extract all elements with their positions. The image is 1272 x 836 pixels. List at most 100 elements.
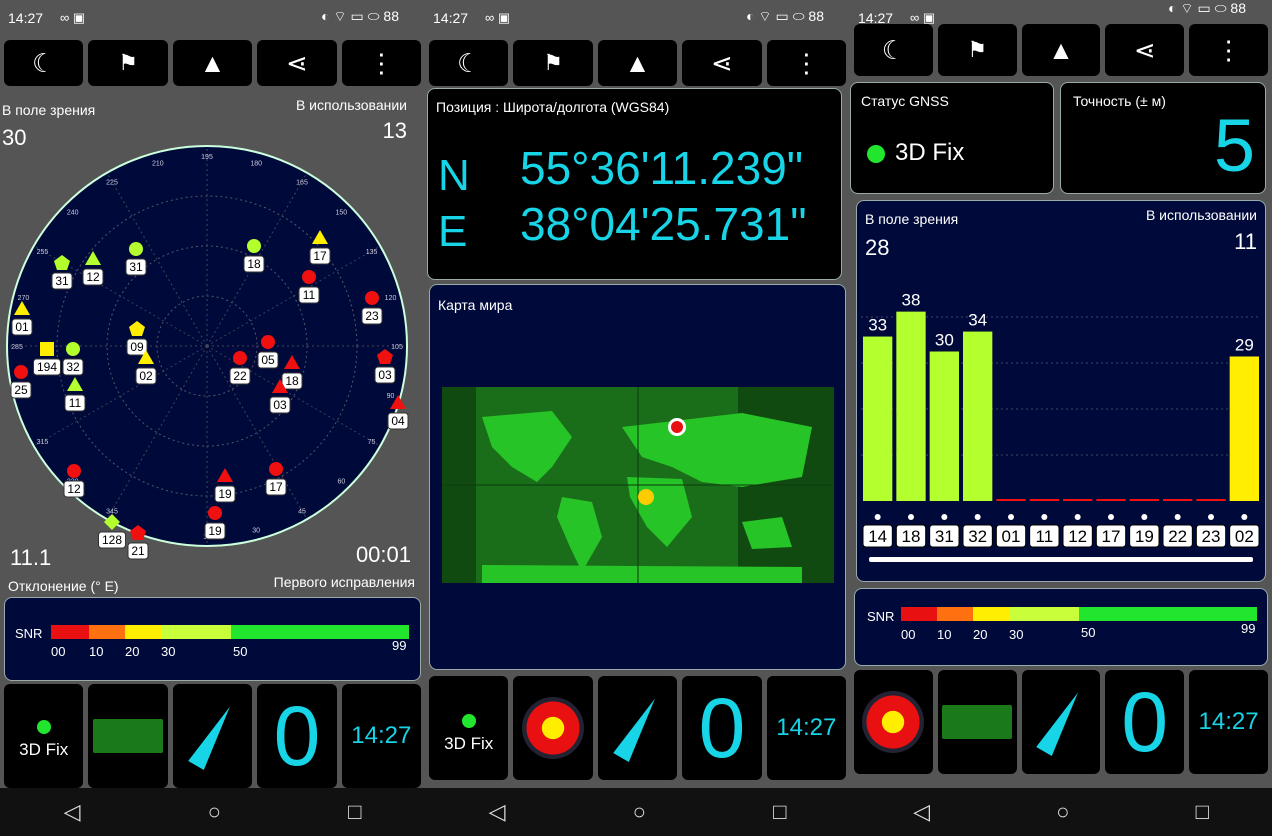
dock-clock-button[interactable]: 14:27 bbox=[341, 684, 422, 788]
compass-needle-icon bbox=[1036, 688, 1086, 756]
dock-fix-button[interactable]: 3D Fix bbox=[429, 676, 509, 780]
dock-compass-button[interactable] bbox=[597, 676, 678, 780]
ttff-label: Первого исправления bbox=[273, 574, 415, 590]
snr-tick-50: 50 bbox=[1081, 625, 1096, 640]
world-map-label: Карта мира bbox=[438, 297, 513, 313]
navigation-arrow-icon: ▲ bbox=[624, 47, 651, 78]
azimuth-tick-label: 210 bbox=[152, 160, 164, 167]
moon-icon: ☾ bbox=[457, 47, 481, 78]
person-flag-icon: ⚑ bbox=[967, 37, 988, 62]
navigation-button[interactable]: ▲ bbox=[597, 40, 678, 86]
recents-icon[interactable]: □ bbox=[348, 799, 361, 825]
back-icon[interactable]: ◁ bbox=[913, 799, 930, 825]
bottom-dock: 0 14:27 bbox=[854, 670, 1268, 774]
satellite-label: 01 bbox=[15, 320, 29, 334]
recents-icon[interactable]: □ bbox=[1196, 799, 1209, 825]
dock-map-button[interactable] bbox=[88, 684, 168, 788]
snr-tick-00: 00 bbox=[901, 627, 916, 642]
gnss-status-label: Статус GNSS bbox=[861, 93, 949, 109]
dock-skyplot-button[interactable] bbox=[513, 676, 593, 780]
azimuth-tick-label: 60 bbox=[337, 478, 345, 485]
dock-speed-button[interactable]: 0 bbox=[682, 676, 762, 780]
navigation-button[interactable]: ▲ bbox=[172, 40, 253, 86]
satellite-id-label: 17 bbox=[1102, 527, 1121, 546]
gnss-status-panel: Статус GNSS 3D Fix bbox=[850, 82, 1054, 194]
snr-bar-02 bbox=[1229, 356, 1259, 501]
more-button[interactable]: ⋮ bbox=[1189, 24, 1268, 76]
dock-clock-button[interactable]: 14:27 bbox=[1189, 670, 1268, 774]
recents-icon[interactable]: □ bbox=[773, 799, 786, 825]
dock-time: 14:27 bbox=[351, 722, 412, 749]
person-flag-button[interactable]: ⚑ bbox=[937, 24, 1017, 76]
snr-tick-20: 20 bbox=[973, 627, 988, 642]
azimuth-tick-label: 315 bbox=[37, 439, 49, 446]
satellite-marker-31 bbox=[129, 242, 143, 256]
satellite-label: 11 bbox=[303, 288, 316, 302]
sky-plot: 1530456075901051201351501651801952102252… bbox=[6, 145, 409, 560]
satellite-dot-icon bbox=[1108, 514, 1114, 520]
azimuth-tick-label: 105 bbox=[391, 344, 403, 351]
navigation-button[interactable]: ▲ bbox=[1021, 24, 1101, 76]
snr-value-label: 30 bbox=[935, 331, 954, 350]
azimuth-tick-label: 30 bbox=[252, 528, 260, 535]
more-vert-icon: ⋮ bbox=[1215, 34, 1242, 65]
dock-skyplot-button[interactable] bbox=[854, 670, 933, 774]
dock-compass-button[interactable] bbox=[172, 684, 253, 788]
satellite-label: 03 bbox=[273, 398, 287, 412]
snr-tick-10: 10 bbox=[89, 644, 104, 659]
more-vert-icon: ⋮ bbox=[793, 47, 820, 78]
person-flag-button[interactable]: ⚑ bbox=[88, 40, 168, 86]
dock-time: 14:27 bbox=[1198, 708, 1259, 735]
satellite-label: 19 bbox=[208, 524, 222, 538]
dock-speed-button[interactable]: 0 bbox=[257, 684, 337, 788]
satellite-id-label: 18 bbox=[902, 527, 921, 546]
moon-icon: ☾ bbox=[881, 34, 906, 65]
night-mode-button[interactable]: ☾ bbox=[4, 40, 84, 86]
dock-time: 14:27 bbox=[776, 714, 837, 741]
azimuth-tick-label: 120 bbox=[385, 295, 397, 302]
snr-bar-chart: 33 14 38 18 30 31 34 32 01 11 12 17 19 22 23 29 02 bbox=[861, 291, 1261, 562]
share-button[interactable]: ⋖ bbox=[257, 40, 337, 86]
toolbar: ☾ ⚑ ▲ ⋖ ⋮ bbox=[854, 24, 1268, 76]
share-icon: ⋖ bbox=[1133, 34, 1156, 65]
satellite-marker-23 bbox=[365, 291, 379, 305]
satellite-label: 31 bbox=[129, 260, 143, 274]
snr-bar-22 bbox=[1163, 499, 1193, 501]
dock-zero-value: 0 bbox=[273, 688, 321, 783]
lon-hemisphere: E bbox=[438, 207, 468, 256]
satellite-id-label: 01 bbox=[1002, 527, 1021, 546]
night-mode-button[interactable]: ☾ bbox=[854, 24, 933, 76]
satellite-label: 12 bbox=[86, 270, 100, 284]
snr-tick-50: 50 bbox=[233, 644, 248, 659]
dock-clock-button[interactable]: 14:27 bbox=[766, 676, 847, 780]
snr-tick-30: 30 bbox=[161, 644, 176, 659]
home-icon[interactable]: ○ bbox=[1056, 799, 1069, 825]
person-flag-button[interactable]: ⚑ bbox=[513, 40, 593, 86]
back-icon[interactable]: ◁ bbox=[489, 799, 506, 825]
satellite-label: 09 bbox=[130, 340, 144, 354]
satellite-label: 23 bbox=[365, 309, 379, 323]
snr-value-label: 38 bbox=[902, 291, 921, 310]
more-button[interactable]: ⋮ bbox=[341, 40, 422, 86]
satellite-label: 17 bbox=[269, 480, 283, 494]
scroll-indicator[interactable] bbox=[869, 557, 1253, 562]
dock-fix-button[interactable]: 3D Fix bbox=[4, 684, 84, 788]
share-button[interactable]: ⋖ bbox=[682, 40, 762, 86]
home-icon[interactable]: ○ bbox=[633, 799, 646, 825]
satellite-dot-icon bbox=[1241, 514, 1248, 520]
declination-label: Отклонение (° E) bbox=[8, 578, 119, 594]
back-icon[interactable]: ◁ bbox=[64, 799, 81, 825]
snr-bar-12 bbox=[1063, 499, 1093, 501]
more-button[interactable]: ⋮ bbox=[766, 40, 847, 86]
position-label: Позиция : Широта/долгота (WGS84) bbox=[436, 99, 670, 115]
snr-bar-11 bbox=[1029, 499, 1059, 501]
dock-map-button[interactable] bbox=[937, 670, 1017, 774]
share-button[interactable]: ⋖ bbox=[1105, 24, 1185, 76]
dock-speed-button[interactable]: 0 bbox=[1105, 670, 1185, 774]
satellite-dot-icon bbox=[1174, 514, 1181, 520]
night-mode-button[interactable]: ☾ bbox=[429, 40, 509, 86]
azimuth-tick-label: 240 bbox=[67, 210, 79, 217]
satellite-label: 12 bbox=[67, 482, 81, 496]
home-icon[interactable]: ○ bbox=[208, 799, 221, 825]
dock-compass-button[interactable] bbox=[1021, 670, 1101, 774]
